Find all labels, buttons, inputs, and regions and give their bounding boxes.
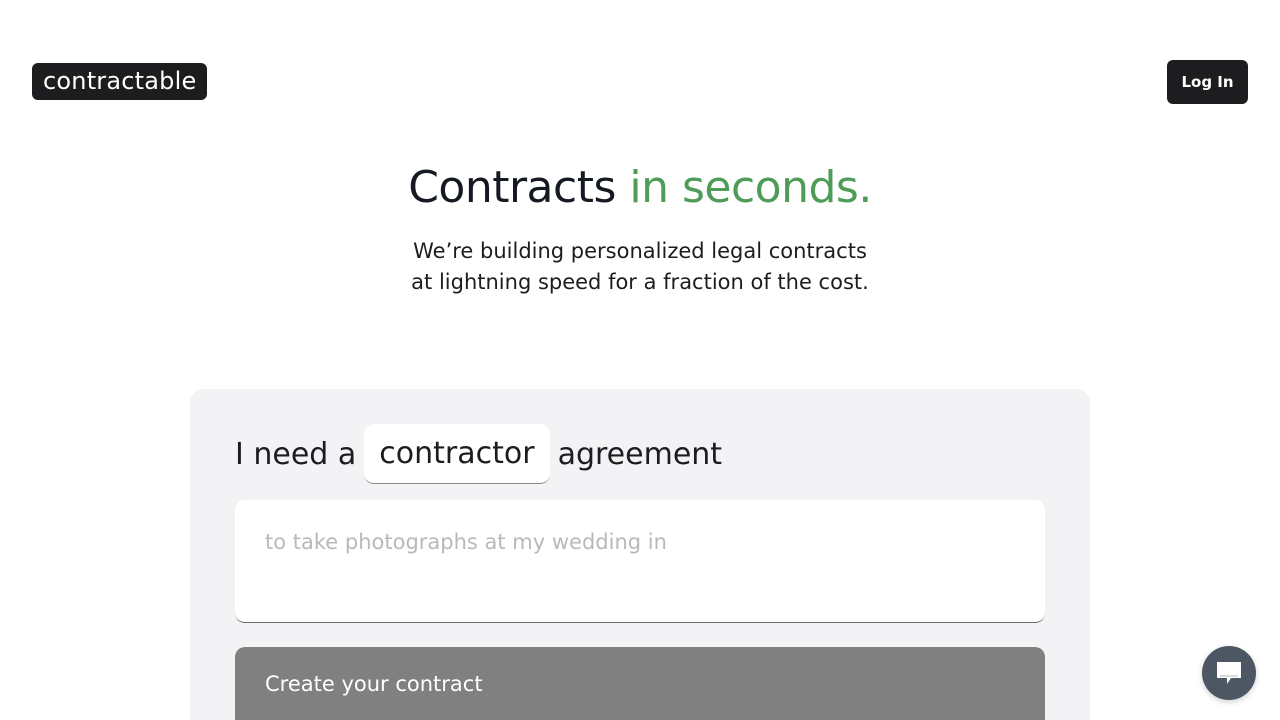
login-button[interactable]: Log In	[1167, 60, 1248, 104]
hero-title-accent: in seconds.	[629, 162, 872, 213]
logo[interactable]: contractable	[32, 63, 208, 100]
chat-launcher-button[interactable]	[1202, 646, 1256, 700]
contract-form-card: I need a contractor agreement Create you…	[190, 389, 1090, 720]
hero-subtitle: We’re building personalized legal contra…	[0, 236, 1280, 298]
contract-type-sentence: I need a contractor agreement	[235, 424, 722, 484]
landing-page: contractable Log In Contracts in seconds…	[0, 0, 1280, 720]
chat-bubble-icon	[1217, 662, 1241, 684]
hero-subtitle-line-2: at lightning speed for a fraction of the…	[411, 270, 869, 294]
hero-title: Contracts in seconds.	[0, 160, 1280, 216]
hero-subtitle-line-1: We’re building personalized legal contra…	[413, 239, 867, 263]
sentence-prefix: I need a	[235, 436, 357, 472]
contract-type-select[interactable]: contractor	[364, 424, 550, 484]
create-contract-button[interactable]: Create your contract	[235, 647, 1045, 720]
contract-details-input[interactable]	[235, 500, 1045, 623]
sentence-suffix: agreement	[557, 436, 723, 472]
hero-title-main: Contracts	[408, 162, 630, 213]
